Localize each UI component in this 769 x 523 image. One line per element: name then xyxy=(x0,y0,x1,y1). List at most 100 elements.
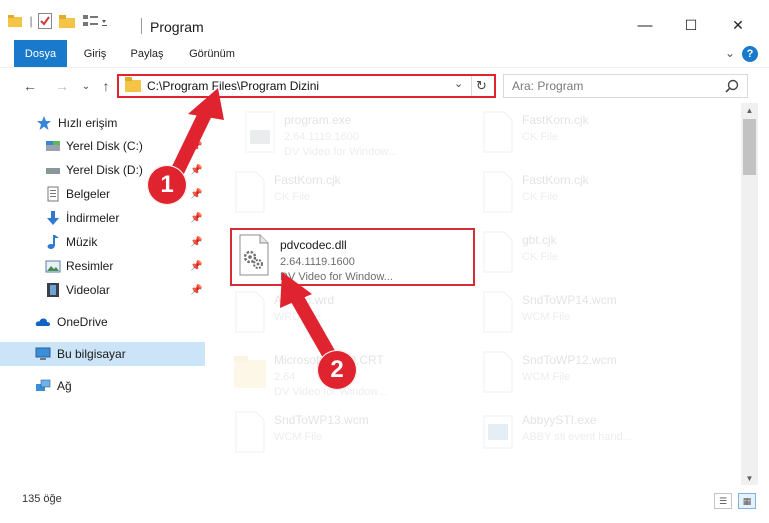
navigation-bar: ← → ⌄ ↑ C:\Program Files\Program Dizini … xyxy=(0,67,769,103)
sidebar-item-videos[interactable]: Videolar 📌 xyxy=(0,278,205,302)
pin-icon[interactable]: 📌 xyxy=(190,285,202,296)
close-button[interactable]: ✕ xyxy=(715,10,761,40)
file-item[interactable]: SndToWP13.wcm WCM File xyxy=(226,405,471,463)
file-icon xyxy=(483,351,513,393)
sidebar-item-downloads[interactable]: İndirmeler 📌 xyxy=(0,206,205,230)
pin-icon[interactable]: 📌 xyxy=(190,165,202,176)
sidebar-item-label: Yerel Disk (D:) xyxy=(66,163,143,177)
recent-locations-icon[interactable]: ⌄ xyxy=(76,76,96,96)
file-detail: WCM File xyxy=(274,431,323,443)
pin-icon[interactable]: 📌 xyxy=(190,213,202,224)
new-folder-icon[interactable] xyxy=(58,12,76,30)
folder-icon xyxy=(234,356,266,388)
file-name: pdvcodec.dll xyxy=(280,238,347,252)
sidebar-item-pictures[interactable]: Resimler 📌 xyxy=(0,254,205,278)
vertical-scrollbar[interactable]: ▲ ▼ xyxy=(741,103,758,485)
file-item[interactable]: AbbyySTI.exe ABBY sti event hand... xyxy=(474,405,719,463)
pin-icon[interactable]: 📌 xyxy=(190,237,202,248)
file-icon xyxy=(483,171,513,213)
videos-icon xyxy=(47,283,59,297)
status-bar: 135 öğe ☰ ▦ xyxy=(0,485,769,523)
file-item[interactable]: SndToWP14.wcm WCM File xyxy=(474,285,719,343)
cloud-icon xyxy=(35,318,50,326)
sidebar-item-label: Belgeler xyxy=(66,187,111,201)
refresh-button[interactable]: ↻ xyxy=(471,76,491,96)
sidebar-item-disk-c[interactable]: Yerel Disk (C:) 📌 xyxy=(0,134,205,158)
file-name: program.exe xyxy=(284,113,352,127)
file-name: FastKorn.cjk xyxy=(522,173,589,187)
file-item[interactable]: FastKorn.cjk CK File xyxy=(474,105,719,163)
address-bar[interactable]: C:\Program Files\Program Dizini ⌄ ↻ xyxy=(117,74,496,98)
file-item[interactable]: Aboutc.wrd WRD File xyxy=(226,285,471,343)
file-name: FastKorn.cjk xyxy=(522,113,589,127)
customize-toolbar-icon[interactable] xyxy=(82,12,110,30)
quick-access-separator: | xyxy=(29,14,33,28)
drive-icon xyxy=(46,168,60,174)
file-icon xyxy=(483,291,513,333)
file-icon xyxy=(235,291,265,333)
sidebar-item-label: OneDrive xyxy=(57,315,108,329)
dll-icon xyxy=(239,234,269,276)
file-detail: CK File xyxy=(522,131,559,143)
file-name: FastKorn.cjk xyxy=(274,173,341,187)
back-button[interactable]: ← xyxy=(20,76,40,96)
forward-button[interactable]: → xyxy=(52,76,72,96)
search-input[interactable]: Ara: Program xyxy=(503,74,748,98)
properties-icon[interactable] xyxy=(37,12,53,30)
search-icon[interactable] xyxy=(725,79,739,93)
maximize-button[interactable]: ☐ xyxy=(668,10,714,40)
sidebar-item-label: Hızlı erişim xyxy=(58,116,118,130)
ribbon-expand-icon[interactable]: ⌄ xyxy=(720,44,740,62)
step-badge-2: 2 xyxy=(317,350,357,390)
file-item[interactable]: SndToWP12.wcm WCM File xyxy=(474,345,719,403)
file-item[interactable]: program.exe 2.64.1119.1600 DV Video for … xyxy=(236,105,481,163)
scrollbar-thumb[interactable] xyxy=(743,119,756,175)
tab-home[interactable]: Giriş xyxy=(75,40,115,67)
sidebar-item-onedrive[interactable]: OneDrive xyxy=(0,310,205,334)
up-button[interactable]: ↑ xyxy=(96,76,116,96)
file-icon xyxy=(235,411,265,453)
step-badge-1: 1 xyxy=(147,165,187,205)
tab-view[interactable]: Görünüm xyxy=(183,40,241,67)
search-placeholder: Ara: Program xyxy=(512,79,584,93)
file-detail: DV Video for Window... xyxy=(280,271,393,283)
sidebar-item-network[interactable]: Ağ xyxy=(0,374,205,398)
pictures-icon xyxy=(45,260,61,273)
help-icon[interactable]: ? xyxy=(742,46,758,62)
network-icon xyxy=(36,379,51,391)
sidebar-item-label: Bu bilgisayar xyxy=(57,347,126,361)
tab-file[interactable]: Dosya xyxy=(14,40,67,67)
ribbon-tabs: Dosya Giriş Paylaş Görünüm ⌄ ? xyxy=(0,40,769,67)
pin-icon[interactable]: 📌 xyxy=(190,261,202,272)
file-item[interactable]: gbt.cjk CK File xyxy=(474,225,719,283)
file-detail: CK File xyxy=(522,251,559,263)
file-icon xyxy=(483,111,513,153)
file-name: gbt.cjk xyxy=(522,233,557,247)
file-detail: 2.64 xyxy=(274,371,296,383)
pin-icon[interactable]: 📌 xyxy=(190,141,202,152)
address-dropdown-icon[interactable]: ⌄ xyxy=(454,77,463,90)
tab-share[interactable]: Paylaş xyxy=(124,40,170,67)
file-item-pdvcodec[interactable]: pdvcodec.dll 2.64.1119.1600 DV Video for… xyxy=(230,228,475,286)
folder-icon[interactable] xyxy=(8,12,22,30)
scroll-down-icon[interactable]: ▼ xyxy=(741,471,758,485)
tiles-view-icon[interactable]: ▦ xyxy=(738,493,756,509)
sidebar-item-this-pc[interactable]: Bu bilgisayar xyxy=(0,342,205,366)
details-view-icon[interactable]: ☰ xyxy=(714,493,732,509)
sidebar-item-music[interactable]: Müzik 📌 xyxy=(0,230,205,254)
file-item[interactable]: FastKorn.cjk CK File xyxy=(226,165,471,223)
minimize-button[interactable]: — xyxy=(622,10,668,40)
address-path[interactable]: C:\Program Files\Program Dizini xyxy=(147,79,319,93)
sidebar-item-label: Yerel Disk (C:) xyxy=(66,139,143,153)
title-separator xyxy=(141,18,142,34)
file-icon xyxy=(235,171,265,213)
pin-icon[interactable]: 📌 xyxy=(190,189,202,200)
scroll-up-icon[interactable]: ▲ xyxy=(741,103,758,117)
sidebar-item-quick-access[interactable]: Hızlı erişim xyxy=(0,111,205,135)
sidebar-item-label: Resimler xyxy=(66,259,114,273)
file-icon xyxy=(483,231,513,273)
file-name: Aboutc.wrd xyxy=(274,293,335,307)
music-icon xyxy=(47,235,59,249)
file-item[interactable]: FastKorn.cjk CK File xyxy=(474,165,719,223)
exe-icon xyxy=(245,111,275,153)
